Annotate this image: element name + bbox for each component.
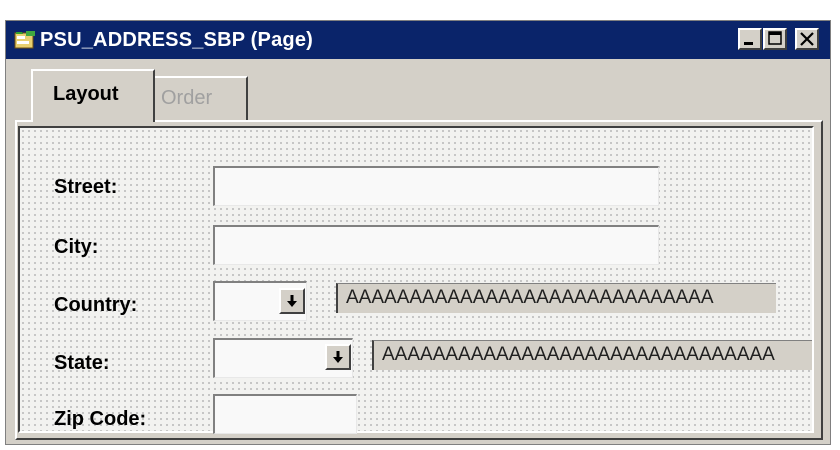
page-design-canvas: Street: City: Country: AAAAAAAAAAAAAAAAA… xyxy=(18,126,814,434)
maximize-icon xyxy=(768,31,782,45)
country-label: Country: xyxy=(54,294,138,316)
street-label: Street: xyxy=(54,176,118,198)
tab-order[interactable]: Order xyxy=(155,76,248,120)
tab-order-label: Order xyxy=(161,87,213,109)
arrow-down-icon xyxy=(287,295,297,307)
close-button[interactable] xyxy=(795,28,819,50)
title-bar[interactable]: PSU_ADDRESS_SBP (Page) xyxy=(6,21,830,59)
window-title: PSU_ADDRESS_SBP (Page) xyxy=(40,28,314,51)
maximize-button[interactable] xyxy=(763,28,787,50)
close-icon xyxy=(800,32,814,46)
minimize-button[interactable] xyxy=(738,28,762,50)
state-description: AAAAAAAAAAAAAAAAAAAAAAAAAAAAAAA xyxy=(372,340,812,370)
page-definition-window: PSU_ADDRESS_SBP (Page) Layout Order Stre… xyxy=(5,20,831,445)
city-field[interactable] xyxy=(213,225,659,265)
minimize-icon xyxy=(744,42,753,45)
zip-code-label: Zip Code: xyxy=(54,408,147,430)
state-dropdown-button[interactable] xyxy=(325,344,351,370)
city-label: City: xyxy=(54,236,99,258)
tab-layout-label: Layout xyxy=(53,83,119,105)
street-field[interactable] xyxy=(213,166,659,206)
country-dropdown-button[interactable] xyxy=(279,288,305,314)
tab-layout[interactable]: Layout xyxy=(31,69,155,122)
zip-code-field[interactable] xyxy=(213,394,357,434)
arrow-down-icon xyxy=(333,351,343,363)
state-label: State: xyxy=(54,352,110,374)
country-description: AAAAAAAAAAAAAAAAAAAAAAAAAAAAA xyxy=(336,283,776,313)
page-definition-icon xyxy=(14,30,36,50)
